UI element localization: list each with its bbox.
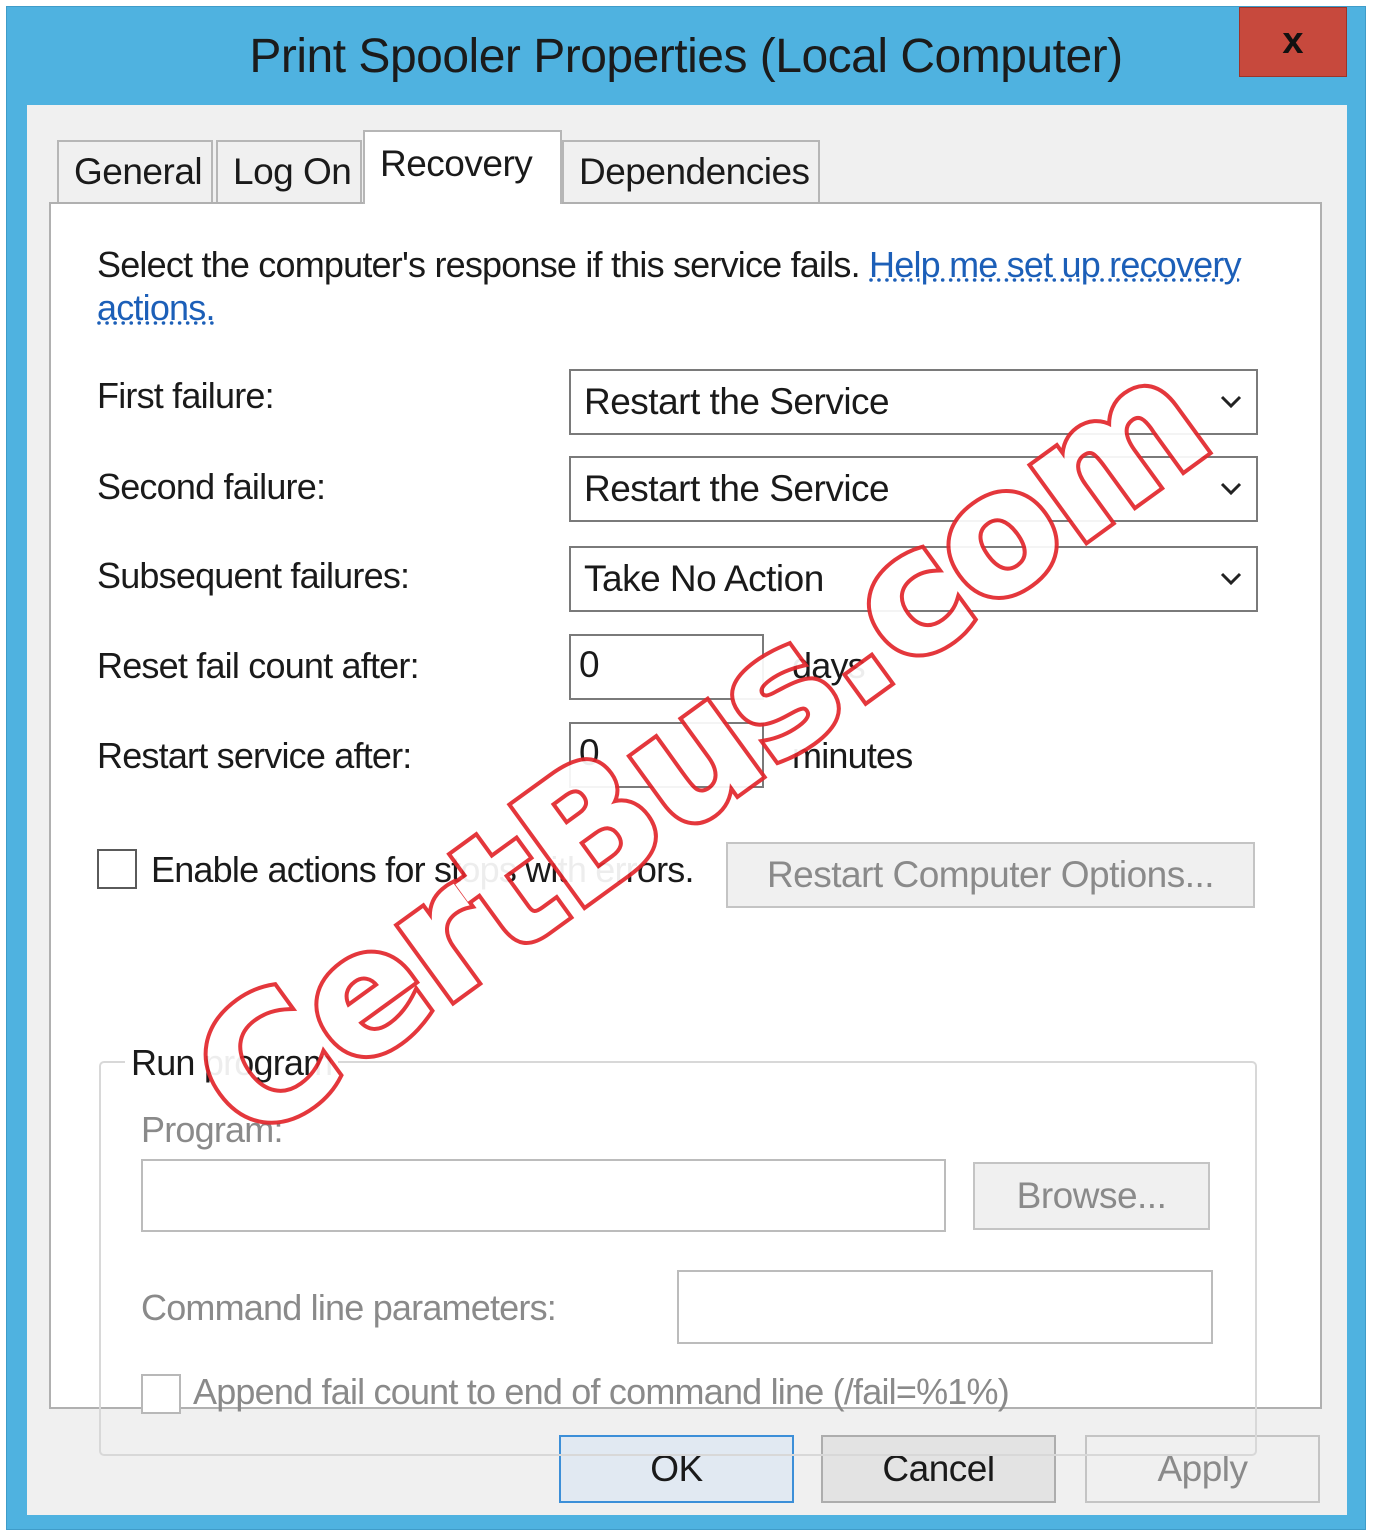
help-link-continued[interactable]: actions.	[97, 287, 215, 329]
help-link[interactable]: Help me set up recovery	[869, 244, 1242, 285]
close-icon: x	[1282, 20, 1304, 62]
command-line-label: Command line parameters:	[141, 1287, 557, 1328]
tab-dependencies[interactable]: Dependencies	[562, 140, 820, 202]
chevron-down-icon	[1220, 395, 1242, 409]
close-button[interactable]: x	[1239, 7, 1347, 77]
append-fail-count-label: Append fail count to end of command line…	[193, 1371, 1010, 1412]
tab-label: General	[74, 151, 203, 192]
enable-actions-checkbox[interactable]	[97, 849, 137, 889]
selected-value: Restart the Service	[584, 381, 890, 422]
browse-button[interactable]: Browse...	[973, 1162, 1210, 1230]
chevron-down-icon	[1220, 572, 1242, 586]
reset-fail-count-label: Reset fail count after:	[97, 645, 420, 686]
first-failure-label: First failure:	[97, 375, 275, 416]
tab-label: Dependencies	[579, 151, 810, 192]
append-fail-count-checkbox[interactable]	[141, 1374, 181, 1414]
tab-recovery[interactable]: Recovery	[363, 130, 562, 204]
second-failure-label: Second failure:	[97, 466, 326, 507]
restart-computer-options-button[interactable]: Restart Computer Options...	[726, 842, 1255, 908]
tab-general[interactable]: General	[57, 140, 213, 202]
command-line-input[interactable]	[677, 1270, 1213, 1344]
program-input[interactable]	[141, 1159, 946, 1232]
tab-label: Log On	[233, 151, 352, 192]
intro-sentence: Select the computer's response if this s…	[97, 244, 861, 285]
subsequent-failures-label: Subsequent failures:	[97, 555, 410, 596]
selected-value: Restart the Service	[584, 468, 890, 509]
restart-service-label: Restart service after:	[97, 735, 412, 776]
window-title: Print Spooler Properties (Local Computer…	[249, 30, 1123, 83]
intro-text: Select the computer's response if this s…	[97, 244, 1242, 286]
tab-label: Recovery	[380, 143, 533, 184]
tab-log-on[interactable]: Log On	[216, 140, 362, 202]
